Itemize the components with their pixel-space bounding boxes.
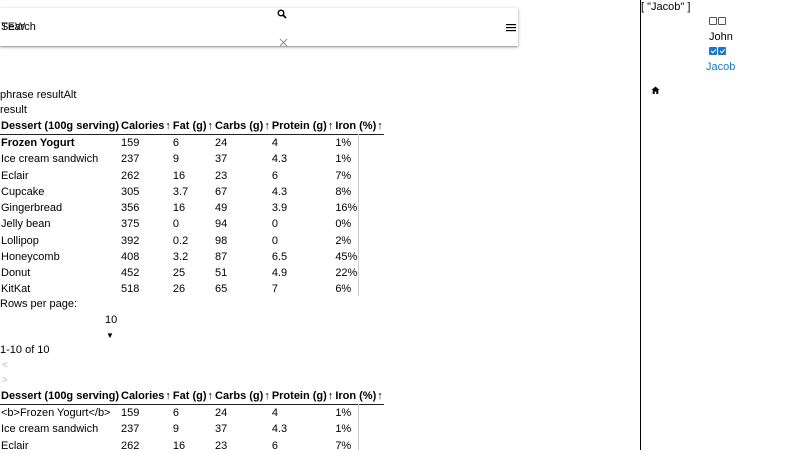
rows-per-page-select[interactable]: 10 <box>105 314 117 326</box>
close-icon[interactable] <box>279 38 288 50</box>
table-row[interactable]: Lollipop 392 0.2 98 0 2% <box>0 233 384 249</box>
table-row[interactable]: KitKat 518 26 65 7 6% <box>0 281 384 297</box>
user-name-jacob: Jacob <box>706 61 736 73</box>
table-row[interactable]: Eclair 262 16 23 6 7% <box>0 168 384 184</box>
table-edge <box>358 134 359 296</box>
header-iron[interactable]: Iron (%)↑ <box>334 118 384 135</box>
table-row[interactable]: Ice cream sandwich 237 9 37 4.3 1% <box>0 151 384 167</box>
table-row[interactable]: Eclair 262 16 23 6 7% <box>0 438 384 454</box>
sort-arrow-icon: ↑ <box>165 390 171 402</box>
checkbox-row-john <box>709 17 726 25</box>
sort-arrow-icon: ↑ <box>377 390 383 402</box>
rows-per-page-label: Rows per page: <box>0 298 78 310</box>
table-row[interactable]: <b>Frozen Yogurt</b> 159 6 24 4 1% <box>0 405 384 422</box>
table-row[interactable]: Donut 452 25 51 4.9 22% <box>0 265 384 281</box>
header-protein[interactable]: Protein (g)↑ <box>270 388 335 405</box>
header-carbs[interactable]: Carbs (g)↑ <box>214 118 271 135</box>
sort-arrow-icon: ↑ <box>264 120 270 132</box>
header-fat[interactable]: Fat (g)↑ <box>171 388 215 405</box>
checkbox-john-outer[interactable] <box>709 17 717 25</box>
header-fat[interactable]: Fat (g)↑ <box>171 118 215 135</box>
sort-arrow-icon: ↑ <box>165 120 171 132</box>
chevron-down-icon[interactable]: ▼ <box>106 331 114 340</box>
checkbox-john-inner[interactable] <box>718 17 726 25</box>
checkbox-jacob-outer[interactable] <box>709 47 717 55</box>
result-text: result <box>0 104 27 116</box>
table-row[interactable]: Ice cream sandwich 237 9 37 4.3 1% <box>0 421 384 437</box>
table-row[interactable]: Cupcake 305 3.7 67 4.3 8% <box>0 184 384 200</box>
sort-arrow-icon: ↑ <box>377 120 383 132</box>
selected-users-json: [ "Jacob" ] <box>641 1 691 13</box>
table-header-row: Dessert (100g serving) Calories↑ Fat (g)… <box>0 118 384 135</box>
vertical-divider <box>640 0 641 450</box>
desserts-table: Dessert (100g serving) Calories↑ Fat (g)… <box>0 118 384 298</box>
toolbar-title-overlay: TEW <box>1 21 26 33</box>
checkbox-jacob-inner[interactable] <box>718 47 726 55</box>
header-iron[interactable]: Iron (%)↑ <box>334 388 384 405</box>
table-edge <box>358 404 359 450</box>
header-protein[interactable]: Protein (g)↑ <box>270 118 335 135</box>
search-toolbar: Search TEW <box>0 8 518 47</box>
next-page-button[interactable]: > <box>2 375 8 386</box>
pagination-range: 1-10 of 10 <box>0 344 50 356</box>
user-name-john: John <box>709 31 733 43</box>
header-calories[interactable]: Calories↑ <box>120 118 172 135</box>
header-carbs[interactable]: Carbs (g)↑ <box>214 388 271 405</box>
sort-arrow-icon: ↑ <box>264 390 270 402</box>
sort-arrow-icon: ↑ <box>207 390 214 402</box>
desserts-table-secondary: Dessert (100g serving) Calories↑ Fat (g)… <box>0 388 384 454</box>
phrase-result-text: phrase resultAlt <box>0 89 77 101</box>
previous-page-button[interactable]: < <box>2 360 8 371</box>
menu-icon[interactable] <box>506 23 516 35</box>
checkbox-row-jacob <box>709 47 726 55</box>
header-dessert[interactable]: Dessert (100g serving) <box>0 118 120 135</box>
sort-arrow-icon: ↑ <box>207 120 214 132</box>
header-calories[interactable]: Calories↑ <box>120 388 172 405</box>
home-icon[interactable] <box>651 86 660 98</box>
table-row[interactable]: Honeycomb 408 3.2 87 6.5 45% <box>0 249 384 265</box>
table-row[interactable]: Gingerbread 356 16 49 3.9 16% <box>0 200 384 216</box>
search-icon[interactable] <box>277 9 287 22</box>
table-row[interactable]: Jelly bean 375 0 94 0 0% <box>0 216 384 232</box>
sort-arrow-icon: ↑ <box>327 120 334 132</box>
table-row[interactable]: Frozen Yogurt 159 6 24 4 1% <box>0 135 384 152</box>
header-dessert[interactable]: Dessert (100g serving) <box>0 388 120 405</box>
table-header-row: Dessert (100g serving) Calories↑ Fat (g)… <box>0 388 384 405</box>
sort-arrow-icon: ↑ <box>327 390 334 402</box>
